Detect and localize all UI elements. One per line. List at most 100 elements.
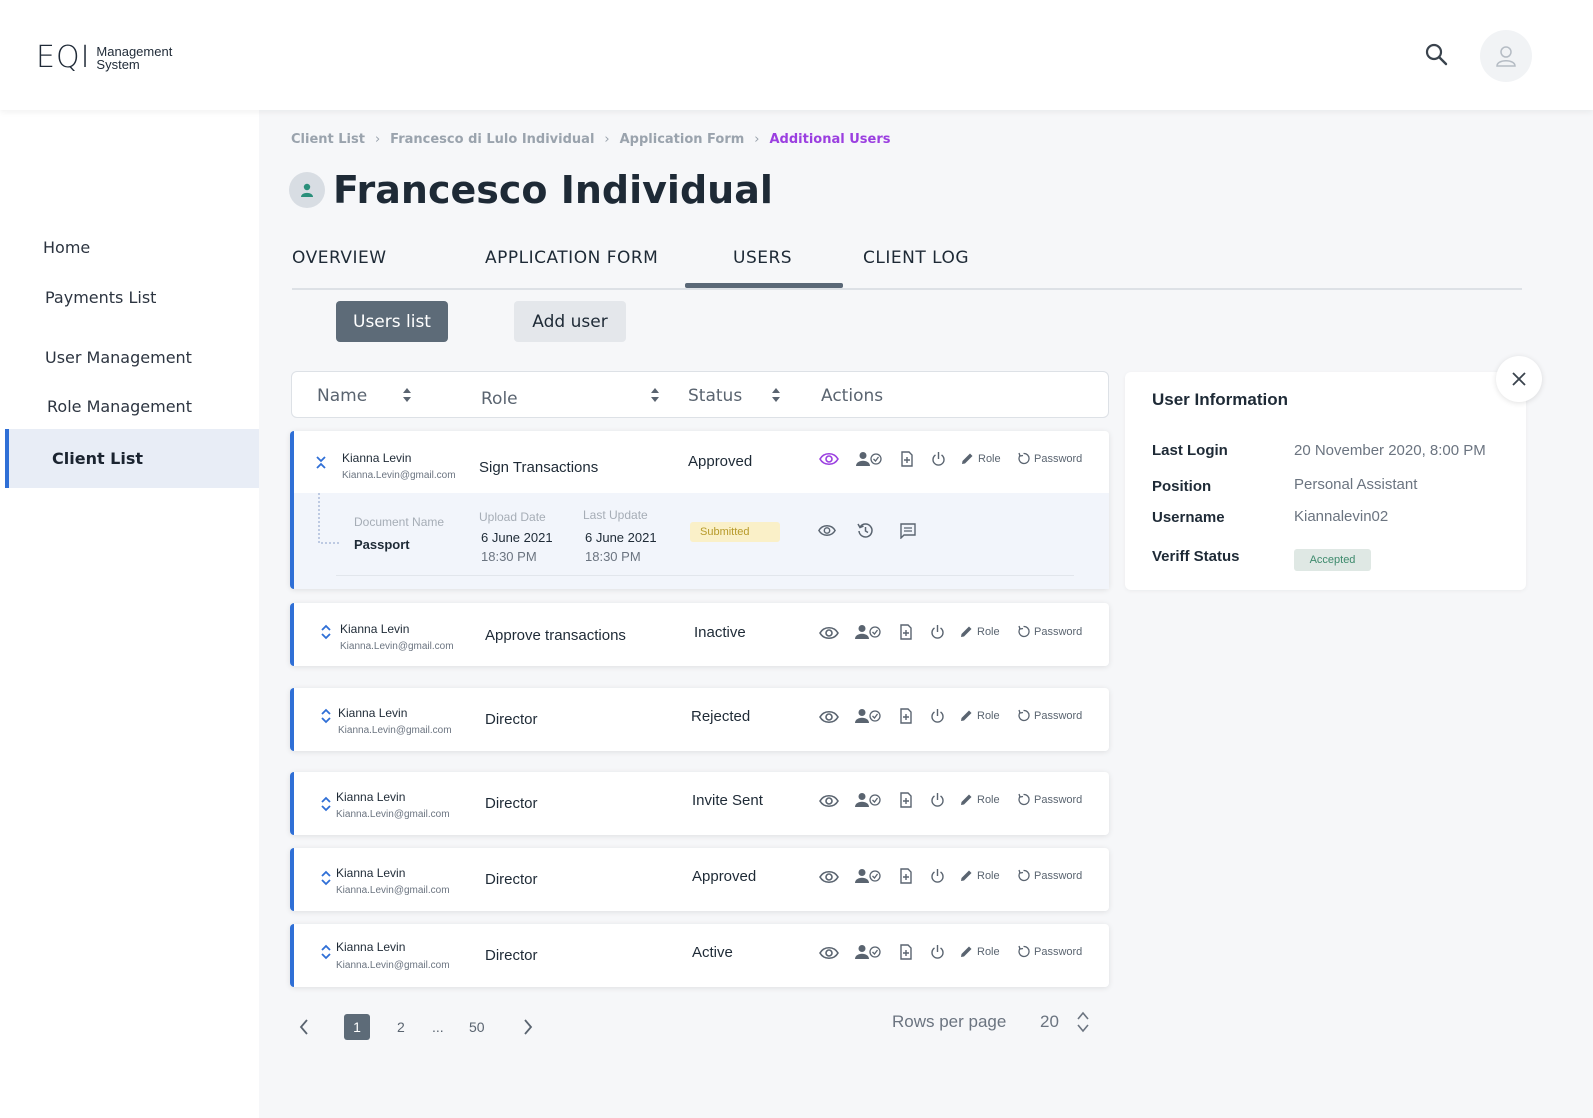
comment-icon[interactable] [900,523,916,539]
table-row[interactable]: Kianna Levin Kianna.Levin@gmail.com Dire… [290,924,1109,987]
page-2-button[interactable]: 2 [397,1019,405,1035]
password-action-label: Password [1034,945,1083,958]
user-verify-icon[interactable] [855,708,883,724]
column-header-actions: Actions [821,386,884,406]
tab-users[interactable]: USERS [733,248,792,268]
user-verify-icon[interactable] [855,624,883,640]
edit-role-button[interactable]: Role [960,869,1000,882]
reset-icon [1018,625,1030,638]
collapse-icon[interactable] [314,453,328,471]
next-page-icon[interactable] [523,1019,533,1035]
power-icon[interactable] [930,868,945,884]
sidebar-item-payments-list[interactable]: Payments List [0,282,259,312]
logo[interactable]: EQI Management System [36,42,172,74]
edit-role-button[interactable]: Role [960,625,1000,638]
expand-icon[interactable] [319,623,333,641]
sort-icon[interactable] [771,387,781,403]
reset-icon [1018,869,1030,882]
power-icon[interactable] [930,792,945,808]
breadcrumb-application-form[interactable]: Application Form [620,132,745,147]
sidebar-item-client-list[interactable]: Client List [5,429,259,488]
view-document-icon[interactable] [818,524,836,537]
document-add-icon[interactable] [899,708,913,724]
tab-client-log[interactable]: CLIENT LOG [863,248,969,268]
tab-application-form[interactable]: APPLICATION FORM [485,248,658,268]
document-add-icon[interactable] [899,624,913,640]
view-icon[interactable] [819,870,839,884]
edit-role-button[interactable]: Role [960,945,1000,958]
table-row[interactable]: Kianna Levin Kianna.Levin@gmail.com Sign… [290,431,1109,589]
reset-password-button[interactable]: Password [1017,793,1082,806]
power-icon[interactable] [930,624,945,640]
expand-icon[interactable] [319,707,333,725]
user-verify-icon[interactable] [855,792,883,808]
reset-password-button[interactable]: Password [1017,709,1082,722]
expand-icon[interactable] [319,869,333,887]
reset-password-button[interactable]: Password [1017,625,1082,638]
page-1-button[interactable]: 1 [344,1014,370,1040]
edit-role-button[interactable]: Role [961,452,1001,465]
view-icon[interactable] [819,794,839,808]
sidebar-item-user-management[interactable]: User Management [0,342,259,372]
user-status: Active [692,944,733,961]
user-name: Kianna Levin [338,706,408,720]
document-add-icon[interactable] [899,944,913,960]
sort-icon[interactable] [402,387,412,403]
edit-role-button[interactable]: Role [960,793,1000,806]
password-action-label: Password [1034,869,1083,882]
view-icon[interactable] [819,452,839,466]
role-action-label: Role [977,869,1000,882]
document-add-icon[interactable] [899,792,913,808]
page-50-button[interactable]: 50 [469,1019,485,1035]
breadcrumb-client-list[interactable]: Client List [291,132,365,147]
last-login-value: 20 November 2020, 8:00 PM [1294,442,1486,459]
tree-connector [318,493,340,544]
table-row[interactable]: Kianna Levin Kianna.Levin@gmail.com Dire… [290,848,1109,911]
sort-icon[interactable] [650,387,660,403]
user-verify-icon[interactable] [855,868,883,884]
power-icon[interactable] [930,708,945,724]
breadcrumb-current: Additional Users [769,132,891,147]
table-row[interactable]: Kianna Levin Kianna.Levin@gmail.com Dire… [290,772,1109,835]
reset-password-button[interactable]: Password [1017,869,1082,882]
user-status: Approved [692,868,757,885]
column-header-status: Status [688,386,743,406]
reset-password-button[interactable]: Password [1017,452,1082,465]
table-row[interactable]: Kianna Levin Kianna.Levin@gmail.com Dire… [290,688,1109,751]
close-panel-button[interactable] [1496,356,1542,402]
rows-per-page-stepper[interactable] [1076,1010,1090,1034]
document-add-icon[interactable] [899,868,913,884]
role-action-label: Role [977,793,1000,806]
user-name: Kianna Levin [336,866,406,880]
document-add-icon[interactable] [900,451,914,467]
user-status: Inactive [694,624,746,641]
previous-page-icon[interactable] [299,1019,309,1035]
view-icon[interactable] [819,626,839,640]
table-row[interactable]: Kianna Levin Kianna.Levin@gmail.com Appr… [290,603,1109,666]
password-action-label: Password [1034,625,1083,638]
search-icon[interactable] [1424,42,1450,68]
power-icon[interactable] [931,451,946,467]
upload-date: 6 June 2021 [481,530,553,545]
add-user-button[interactable]: Add user [514,301,626,342]
view-icon[interactable] [819,710,839,724]
edit-role-button[interactable]: Role [960,709,1000,722]
user-avatar[interactable] [1480,30,1532,82]
panel-title: User Information [1152,390,1289,409]
power-icon[interactable] [930,944,945,960]
view-icon[interactable] [819,946,839,960]
expand-icon[interactable] [319,943,333,961]
tab-overview[interactable]: OVERVIEW [292,248,387,268]
sidebar-item-role-management[interactable]: Role Management [0,391,259,421]
main-content: Client List › Francesco di Lulo Individu… [259,110,1593,1118]
user-verify-icon[interactable] [856,451,884,467]
history-icon[interactable] [857,522,874,539]
rows-per-page-value[interactable]: 20 [1040,1012,1059,1032]
sidebar-item-home[interactable]: Home [0,232,259,262]
expand-icon[interactable] [319,795,333,813]
logo-text: Management System [96,45,172,71]
user-verify-icon[interactable] [855,944,883,960]
users-list-button[interactable]: Users list [336,301,448,342]
reset-password-button[interactable]: Password [1017,945,1082,958]
breadcrumb-client[interactable]: Francesco di Lulo Individual [390,132,594,147]
